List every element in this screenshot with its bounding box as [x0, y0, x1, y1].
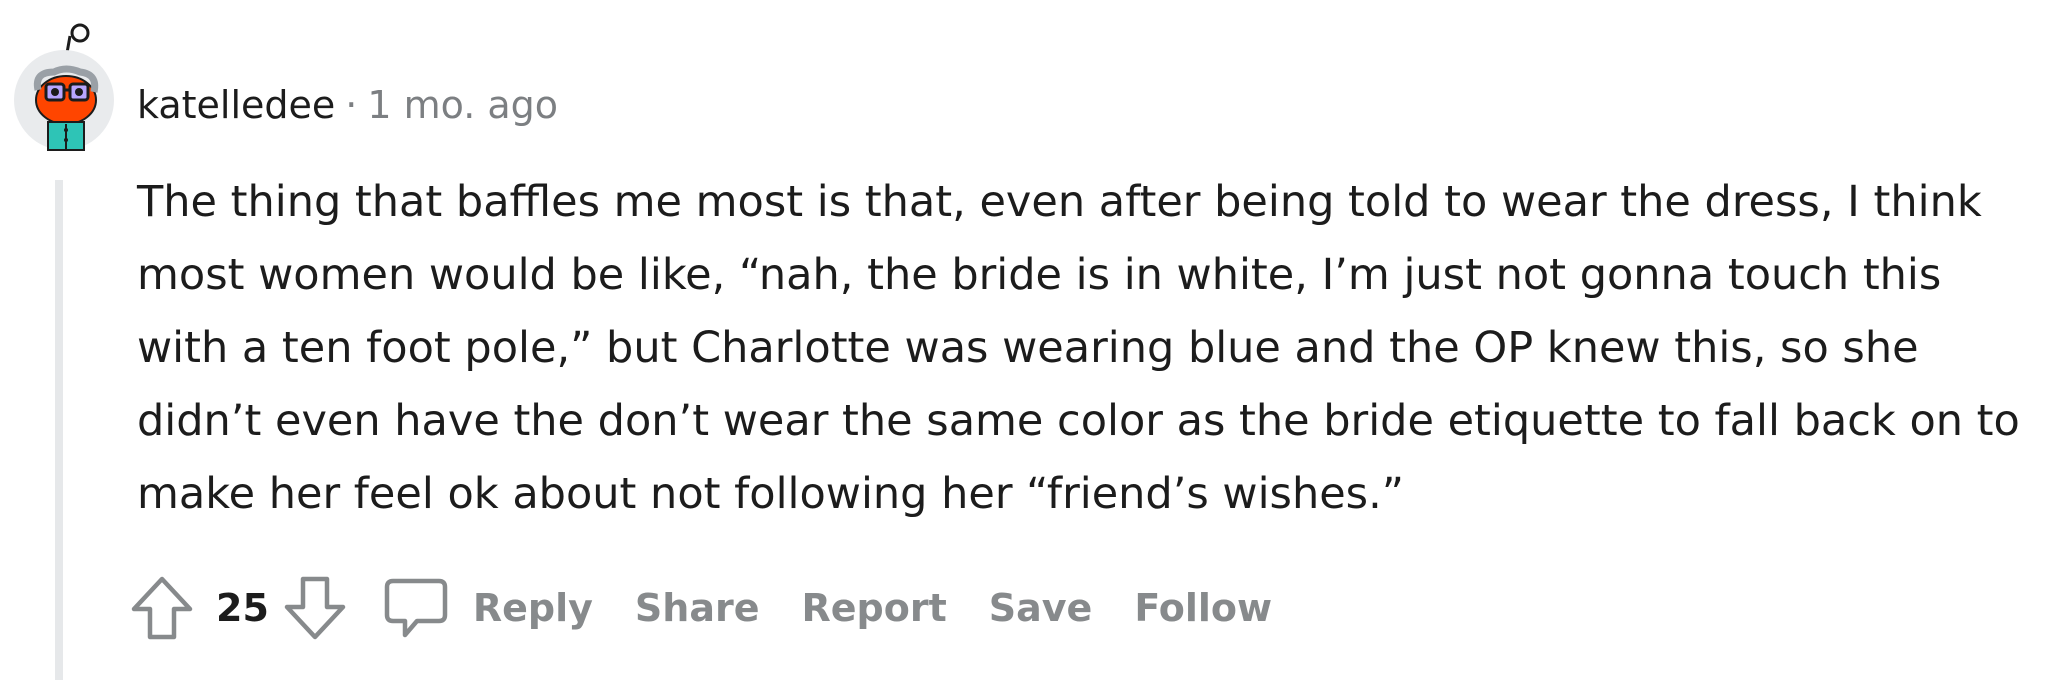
share-button[interactable]: Share: [635, 586, 760, 630]
reply-label: Reply: [472, 586, 593, 630]
upvote-button[interactable]: [130, 575, 194, 641]
author-name[interactable]: katelledee: [137, 83, 335, 127]
save-button[interactable]: Save: [989, 586, 1093, 630]
meta-separator: ·: [345, 83, 358, 127]
arrow-down-icon: [284, 576, 346, 640]
comment-actions: 25 Reply Share Report Save Follow: [130, 568, 1272, 648]
thread-line[interactable]: [55, 180, 63, 680]
vote-count: 25: [216, 586, 269, 630]
user-avatar[interactable]: [14, 18, 114, 153]
report-button[interactable]: Report: [802, 586, 947, 630]
comment-body: The thing that baffles me most is that, …: [137, 177, 2020, 519]
comment-meta: katelledee · 1 mo. ago: [137, 82, 558, 128]
arrow-up-icon: [131, 576, 193, 640]
reply-button[interactable]: Reply: [383, 575, 593, 641]
speech-bubble-icon: [384, 578, 448, 638]
timestamp[interactable]: 1 mo. ago: [367, 83, 558, 127]
downvote-button[interactable]: [283, 575, 347, 641]
follow-button[interactable]: Follow: [1134, 586, 1272, 630]
comment: katelledee · 1 mo. ago The thing that baff…: [0, 0, 2048, 680]
